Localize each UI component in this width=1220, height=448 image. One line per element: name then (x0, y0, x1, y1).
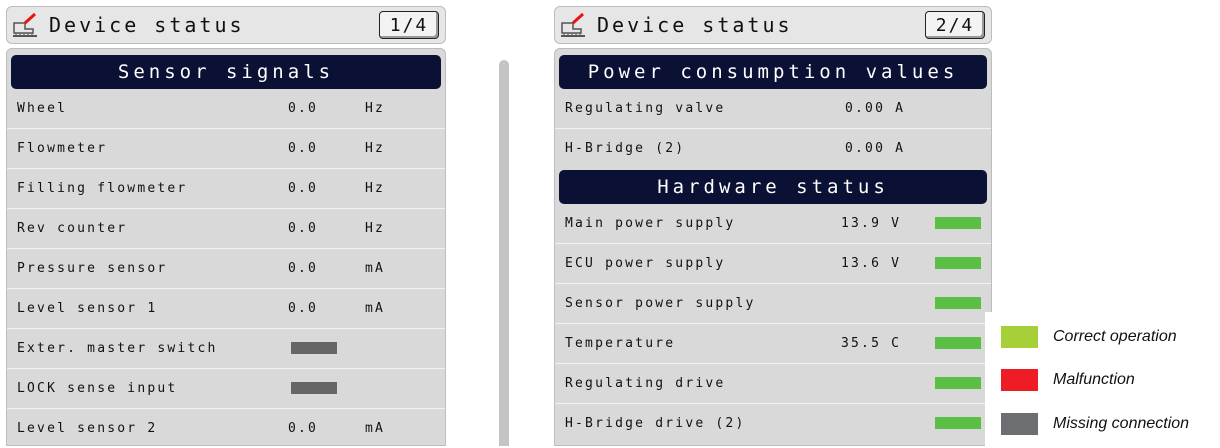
row-value: 0.0 (288, 101, 319, 116)
row-label: Wheel (17, 101, 68, 116)
row-value: 0.0 (288, 261, 319, 276)
status-legend: Correct operation Malfunction Missing co… (985, 312, 1220, 446)
status-row: Level sensor 1 0.0 mA (7, 289, 445, 329)
status-indicator-missing (291, 342, 337, 354)
row-label: Level sensor 2 (17, 421, 158, 436)
status-row: Temperature 35.5 C (555, 324, 991, 364)
row-unit: Hz (365, 101, 386, 116)
row-label: Level sensor 1 (17, 301, 158, 316)
status-row: Exter. master switch (7, 329, 445, 369)
device-status-panel-1: Device status 1/4 Sensor signals Wheel 0.… (0, 0, 452, 446)
panel-header: Device status 2/4 (554, 6, 992, 44)
status-row: Sensor power supply (555, 284, 991, 324)
sprayer-icon (13, 12, 37, 37)
row-label: Filling flowmeter (17, 181, 188, 196)
status-row: Level sensor 2 0.0 mA (7, 409, 445, 448)
row-label: Main power supply (565, 216, 736, 231)
row-label: Temperature (565, 336, 676, 351)
legend-label: Missing connection (1053, 415, 1190, 432)
device-status-panel-2: Device status 2/4 Power consumption valu… (548, 0, 998, 446)
status-indicator-ok (935, 337, 981, 349)
legend-swatch (1001, 413, 1038, 435)
status-indicator-missing (291, 382, 337, 394)
row-value: 0.0 (288, 301, 319, 316)
scrollbar[interactable] (499, 60, 509, 446)
row-unit: mA (365, 301, 386, 316)
page-indicator-button[interactable]: 1/4 (379, 11, 439, 39)
row-value: 13.9 V (841, 216, 902, 231)
status-row: Pressure sensor 0.0 mA (7, 249, 445, 289)
status-indicator-ok (935, 217, 981, 229)
legend-swatch (1001, 369, 1038, 391)
row-value: 35.5 C (841, 336, 902, 351)
panel-body: Sensor signals Wheel 0.0 Hz Flowmeter 0.0 Hz F… (6, 48, 446, 446)
row-value: 0.00 A (845, 101, 906, 116)
status-row: H-Bridge drive (2) (555, 404, 991, 443)
panel-body: Power consumption values Regulating valv… (554, 48, 992, 446)
row-value: 0.0 (288, 181, 319, 196)
legend-item-missing: Missing connection (1001, 413, 1189, 435)
legend-item-malfunction: Malfunction (1001, 369, 1135, 391)
row-label: Sensor power supply (565, 296, 756, 311)
page-title: Device status (597, 13, 793, 37)
legend-label: Correct operation (1053, 328, 1177, 345)
status-row: Wheel 0.0 Hz (7, 89, 445, 129)
legend-item-correct: Correct operation (1001, 326, 1177, 348)
row-label: Regulating valve (565, 101, 726, 116)
status-row: Flowmeter 0.0 Hz (7, 129, 445, 169)
legend-label: Malfunction (1053, 371, 1135, 388)
page-indicator-button[interactable]: 2/4 (925, 11, 985, 39)
row-unit: Hz (365, 181, 386, 196)
section-header-hardware-status: Hardware status (559, 170, 987, 204)
row-label: H-Bridge (2) (565, 141, 686, 156)
row-unit: Hz (365, 141, 386, 156)
section-header-sensor-signals: Sensor signals (11, 55, 441, 89)
status-indicator-ok (935, 297, 981, 309)
row-unit: Hz (365, 221, 386, 236)
page-title: Device status (49, 13, 245, 37)
status-row: Filling flowmeter 0.0 Hz (7, 169, 445, 209)
row-value: 0.0 (288, 421, 319, 436)
status-indicator-ok (935, 417, 981, 429)
row-unit: mA (365, 261, 386, 276)
status-indicator-ok (935, 377, 981, 389)
status-row: Rev counter 0.0 Hz (7, 209, 445, 249)
row-label: LOCK sense input (17, 381, 178, 396)
status-row: H-Bridge (2) 0.00 A (555, 129, 991, 168)
status-row: Regulating valve 0.00 A (555, 89, 991, 129)
status-row: Main power supply 13.9 V (555, 204, 991, 244)
power-consumption-list: Regulating valve 0.00 A H-Bridge (2) 0.00 A (555, 89, 991, 168)
sensor-signal-list: Wheel 0.0 Hz Flowmeter 0.0 Hz Filling flowmete… (7, 89, 445, 448)
legend-swatch (1001, 326, 1038, 348)
status-row: ECU power supply 13.6 V (555, 244, 991, 284)
status-row: LOCK sense input (7, 369, 445, 409)
row-value: 0.0 (288, 141, 319, 156)
sprayer-icon (561, 12, 585, 37)
row-unit: mA (365, 421, 386, 436)
row-label: Flowmeter (17, 141, 108, 156)
status-row: Regulating drive (555, 364, 991, 404)
section-header-power-consumption: Power consumption values (559, 55, 987, 89)
row-label: Regulating drive (565, 376, 726, 391)
row-label: ECU power supply (565, 256, 726, 271)
row-label: Exter. master switch (17, 341, 218, 356)
row-value: 13.6 V (841, 256, 902, 271)
row-label: Pressure sensor (17, 261, 168, 276)
row-value: 0.00 A (845, 141, 906, 156)
row-label: H-Bridge drive (2) (565, 416, 746, 431)
hardware-status-list: Main power supply 13.9 V ECU power supply 1… (555, 204, 991, 443)
row-value: 0.0 (288, 221, 319, 236)
row-label: Rev counter (17, 221, 128, 236)
panel-header: Device status 1/4 (6, 6, 446, 44)
status-indicator-ok (935, 257, 981, 269)
